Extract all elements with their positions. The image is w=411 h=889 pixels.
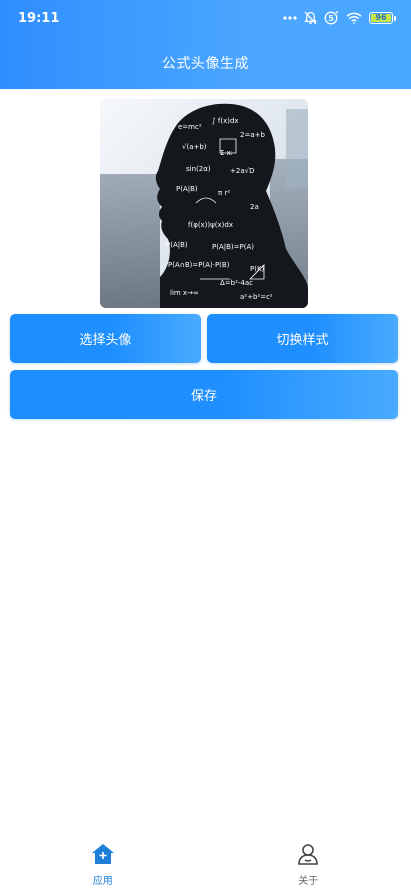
switch-style-label: 切换样式 bbox=[276, 333, 329, 348]
svg-text:P(A|B): P(A|B) bbox=[176, 185, 198, 193]
svg-text:+2a√D: +2a√D bbox=[230, 167, 254, 175]
tab-bar: 应用 关于 bbox=[0, 834, 411, 889]
switch-style-button[interactable]: 切换样式 bbox=[207, 314, 398, 363]
status-time: 19:11 bbox=[18, 10, 60, 26]
tab-about[interactable]: 关于 bbox=[206, 834, 411, 889]
nav-bar: 公式头像生成 bbox=[0, 36, 411, 89]
svg-text:Δ=b²-4ac: Δ=b²-4ac bbox=[220, 279, 253, 287]
tab-about-label: 关于 bbox=[298, 876, 319, 887]
5g-icon: 5 bbox=[324, 11, 339, 25]
svg-text:2=a+b: 2=a+b bbox=[240, 131, 265, 139]
battery-icon: 96 bbox=[369, 12, 396, 24]
svg-text:√(a+b): √(a+b) bbox=[182, 143, 207, 151]
status-icons: 5 96 bbox=[283, 11, 396, 25]
avatar-preview: e=mc² ∫ f(x)dx 2=a+b √(a+b) Σ xᵢ sin(2α)… bbox=[100, 99, 308, 308]
svg-text:a²+b²=c²: a²+b²=c² bbox=[240, 293, 273, 301]
more-dots-icon bbox=[283, 15, 297, 21]
svg-text:P(A|B)=P(A): P(A|B)=P(A) bbox=[212, 243, 254, 251]
save-button[interactable]: 保存 bbox=[10, 370, 398, 419]
tab-apps-label: 应用 bbox=[92, 876, 113, 887]
svg-text:π r²: π r² bbox=[218, 189, 230, 197]
status-bar: 19:11 5 96 bbox=[0, 0, 411, 36]
user-icon bbox=[297, 843, 319, 869]
tab-apps[interactable]: 应用 bbox=[0, 834, 206, 889]
formula-avatar-image: e=mc² ∫ f(x)dx 2=a+b √(a+b) Σ xᵢ sin(2α)… bbox=[100, 99, 308, 308]
home-icon bbox=[91, 843, 115, 869]
svg-text:5: 5 bbox=[328, 14, 334, 23]
wifi-icon bbox=[346, 12, 362, 24]
svg-text:e=mc²: e=mc² bbox=[178, 123, 202, 131]
svg-text:P(A∩B)=P(A)·P(B): P(A∩B)=P(A)·P(B) bbox=[168, 261, 230, 269]
choose-avatar-label: 选择头像 bbox=[79, 333, 132, 348]
svg-text:2a: 2a bbox=[250, 203, 259, 211]
svg-text:lim x→∞: lim x→∞ bbox=[170, 289, 199, 297]
svg-text:f(φ(x))ψ(x)dx: f(φ(x))ψ(x)dx bbox=[188, 221, 233, 229]
bell-muted-icon bbox=[304, 11, 317, 25]
svg-text:P(A|B): P(A|B) bbox=[166, 241, 188, 249]
svg-text:sin(2α): sin(2α) bbox=[186, 165, 211, 173]
save-label: 保存 bbox=[190, 389, 217, 404]
choose-avatar-button[interactable]: 选择头像 bbox=[10, 314, 201, 363]
battery-level: 96 bbox=[375, 13, 387, 22]
page-title: 公式头像生成 bbox=[162, 55, 249, 72]
svg-text:∫ f(x)dx: ∫ f(x)dx bbox=[212, 117, 239, 125]
